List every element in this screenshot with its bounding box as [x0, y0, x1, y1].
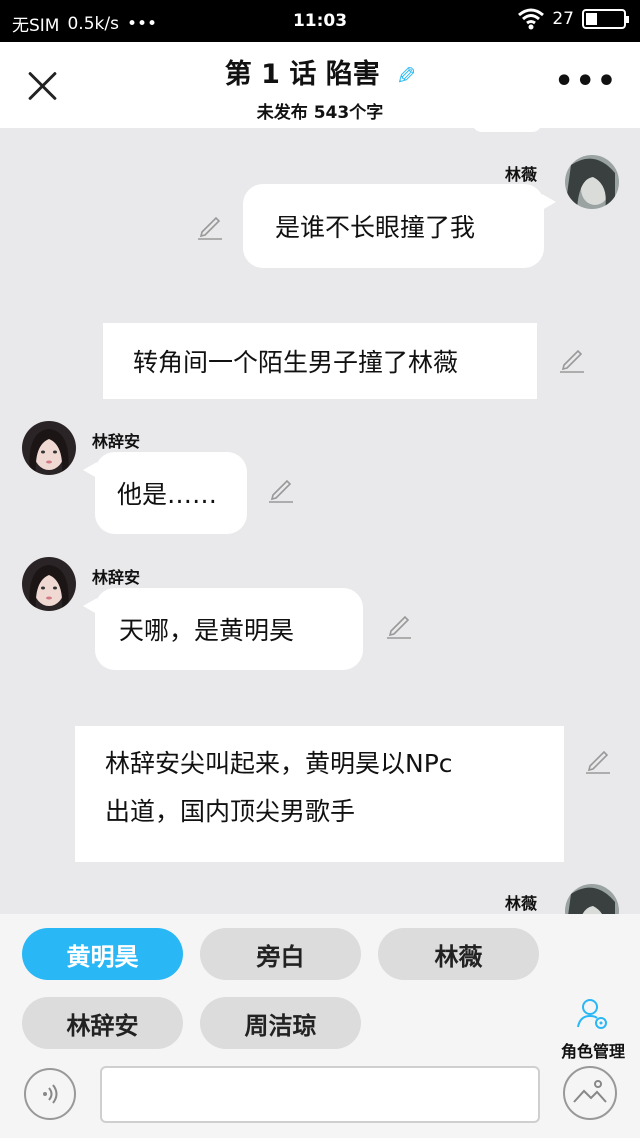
narration-block[interactable]: 转角间一个陌生男子撞了林薇	[103, 323, 537, 399]
narration-text-line2: 出道，国内顶尖男歌手	[105, 797, 356, 826]
message-text: 是谁不长眼撞了我	[275, 213, 476, 242]
edit-icon[interactable]	[196, 212, 224, 240]
role-chip-label: 周洁琼	[244, 1011, 317, 1040]
message-bubble[interactable]: 天哪，是黄明昊	[83, 588, 363, 670]
image-icon[interactable]	[563, 1066, 617, 1120]
bottom-panel: 黄明昊 旁白 林薇 林辞安 周洁琼 角色管理	[0, 914, 640, 1138]
role-manage-icon	[577, 999, 607, 1029]
narration-text: 转角间一个陌生男子撞了林薇	[133, 348, 459, 377]
wifi-icon	[518, 8, 545, 30]
chat-area[interactable]: 林薇 是谁不长眼撞了我 转角间一个陌生男子撞了林薇 林辞安 他是…… 林辞安 天…	[0, 128, 640, 914]
speaker-name: 林薇	[505, 165, 538, 184]
edit-icon[interactable]	[267, 475, 295, 503]
speaker-name: 林薇	[505, 894, 538, 913]
speaker-name: 林辞安	[92, 568, 141, 587]
avatar[interactable]	[22, 557, 76, 611]
page-title: 第 1 话 陷害	[224, 59, 380, 90]
avatar[interactable]	[565, 155, 619, 209]
narration-block[interactable]: 林辞安尖叫起来，黄明昊以NPc 出道，国内顶尖男歌手	[75, 726, 564, 862]
role-chip-label: 林薇	[434, 942, 483, 971]
role-chip-narrator[interactable]: 旁白	[200, 928, 361, 980]
edit-icon[interactable]	[558, 345, 586, 373]
more-icon[interactable]: •••	[554, 67, 618, 97]
role-chip-huang-minghao[interactable]: 黄明昊	[22, 928, 183, 980]
message-text: 他是……	[117, 480, 218, 509]
edit-title-icon[interactable]: ✎	[391, 65, 419, 85]
battery-icon	[582, 9, 629, 29]
avatar[interactable]	[565, 884, 619, 914]
edit-icon[interactable]	[584, 746, 612, 774]
role-manage-button[interactable]: 角色管理	[552, 996, 634, 1062]
edit-icon[interactable]	[385, 611, 413, 639]
role-chip-label: 旁白	[256, 942, 305, 971]
message-text: 天哪，是黄明昊	[119, 616, 295, 645]
message-input[interactable]	[100, 1066, 540, 1123]
role-chip-zhou-jieqiong[interactable]: 周洁琼	[200, 997, 361, 1049]
page-subtitle: 未发布 543个字	[256, 103, 384, 123]
role-chip-label: 黄明昊	[66, 942, 139, 971]
message-bubble[interactable]: 是谁不长眼撞了我	[243, 184, 556, 268]
battery-percent: 27	[552, 9, 574, 29]
role-manage-label: 角色管理	[560, 1042, 625, 1061]
avatar[interactable]	[22, 421, 76, 475]
role-chip-lin-cian[interactable]: 林辞安	[22, 997, 183, 1049]
status-bar: 无SIM 0.5k/s ••• 11:03 27	[0, 0, 640, 42]
role-chip-lin-wei[interactable]: 林薇	[378, 928, 539, 980]
speaker-name: 林辞安	[92, 432, 141, 451]
message-bubble-partial	[472, 128, 542, 132]
title-row: 第 1 话 陷害 ✎	[0, 52, 640, 91]
role-chip-label: 林辞安	[66, 1011, 139, 1040]
narration-text-line1: 林辞安尖叫起来，黄明昊以NPc	[105, 749, 453, 778]
message-bubble[interactable]: 他是……	[83, 452, 247, 534]
top-bar: 第 1 话 陷害 ✎ 未发布 543个字 •••	[0, 42, 640, 128]
voice-icon[interactable]	[24, 1068, 76, 1120]
